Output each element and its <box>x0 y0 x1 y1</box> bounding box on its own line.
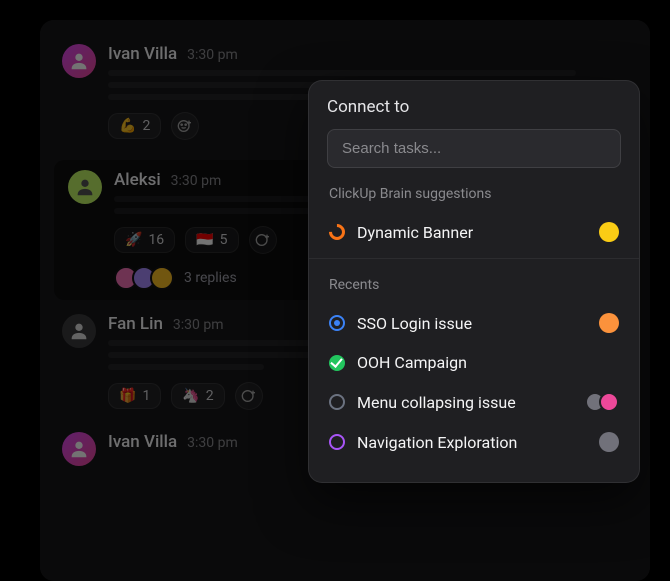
avatar <box>599 392 619 412</box>
person-icon <box>68 50 90 72</box>
status-open-icon <box>329 434 345 450</box>
avatar <box>599 313 619 333</box>
reaction-count: 2 <box>206 388 214 404</box>
reaction-pill[interactable]: 🇮🇩 5 <box>185 227 238 253</box>
unicorn-icon: 🦄 <box>182 388 199 404</box>
task-item[interactable]: SSO Login issue <box>327 303 621 343</box>
status-open-icon <box>329 315 345 331</box>
add-reaction-icon <box>177 118 193 134</box>
add-reaction-button[interactable] <box>235 382 263 410</box>
message-time: 3:30 pm <box>187 435 238 451</box>
task-name: SSO Login issue <box>357 314 587 333</box>
section-label-recents: Recents <box>329 277 621 293</box>
author-name: Fan Lin <box>108 314 163 334</box>
task-name: Dynamic Banner <box>357 223 587 242</box>
flag-icon: 🇮🇩 <box>196 232 213 248</box>
task-name: OOH Campaign <box>357 353 619 372</box>
reaction-count: 16 <box>148 232 164 248</box>
add-reaction-icon <box>241 388 257 404</box>
rocket-icon: 🚀 <box>125 232 142 248</box>
avatar-stack <box>585 392 619 412</box>
add-reaction-button[interactable] <box>171 112 199 140</box>
avatar[interactable] <box>62 44 96 78</box>
task-item[interactable]: OOH Campaign <box>327 343 621 382</box>
task-item[interactable]: Navigation Exploration <box>327 422 621 462</box>
avatar[interactable] <box>68 170 102 204</box>
status-done-icon <box>329 355 345 371</box>
avatar <box>599 432 619 452</box>
section-label-suggestions: ClickUp Brain suggestions <box>329 186 621 202</box>
replies-count: 3 replies <box>184 270 237 286</box>
search-input[interactable] <box>327 129 621 168</box>
author-name: Ivan Villa <box>108 432 177 452</box>
avatar[interactable] <box>62 314 96 348</box>
task-name: Navigation Exploration <box>357 433 587 452</box>
author-name: Ivan Villa <box>108 44 177 64</box>
person-icon <box>74 176 96 198</box>
person-icon <box>68 438 90 460</box>
task-item[interactable]: Menu collapsing issue <box>327 382 621 422</box>
add-reaction-icon <box>255 232 271 248</box>
avatar <box>599 222 619 242</box>
message-time: 3:30 pm <box>171 173 222 189</box>
reaction-count: 5 <box>220 232 228 248</box>
task-name: Menu collapsing issue <box>357 393 573 412</box>
message-time: 3:30 pm <box>187 47 238 63</box>
reaction-pill[interactable]: 🎁 1 <box>108 383 161 409</box>
avatar-stack <box>114 266 174 290</box>
message-time: 3:30 pm <box>173 317 224 333</box>
reaction-pill[interactable]: 💪 2 <box>108 113 161 139</box>
add-reaction-button[interactable] <box>249 226 277 254</box>
person-icon <box>68 320 90 342</box>
avatar[interactable] <box>62 432 96 466</box>
status-inprogress-icon <box>326 221 349 244</box>
reaction-pill[interactable]: 🚀 16 <box>114 227 175 253</box>
author-name: Aleksi <box>114 170 161 190</box>
popover-title: Connect to <box>327 97 621 117</box>
reaction-count: 2 <box>142 118 150 134</box>
gift-icon: 🎁 <box>119 388 136 404</box>
status-todo-icon <box>329 394 345 410</box>
reaction-count: 1 <box>142 388 150 404</box>
connect-to-popover: Connect to ClickUp Brain suggestions Dyn… <box>308 80 640 483</box>
bicep-icon: 💪 <box>119 118 136 134</box>
divider <box>309 258 639 259</box>
task-item[interactable]: Dynamic Banner <box>327 212 621 252</box>
avatar <box>150 266 174 290</box>
reaction-pill[interactable]: 🦄 2 <box>171 383 224 409</box>
